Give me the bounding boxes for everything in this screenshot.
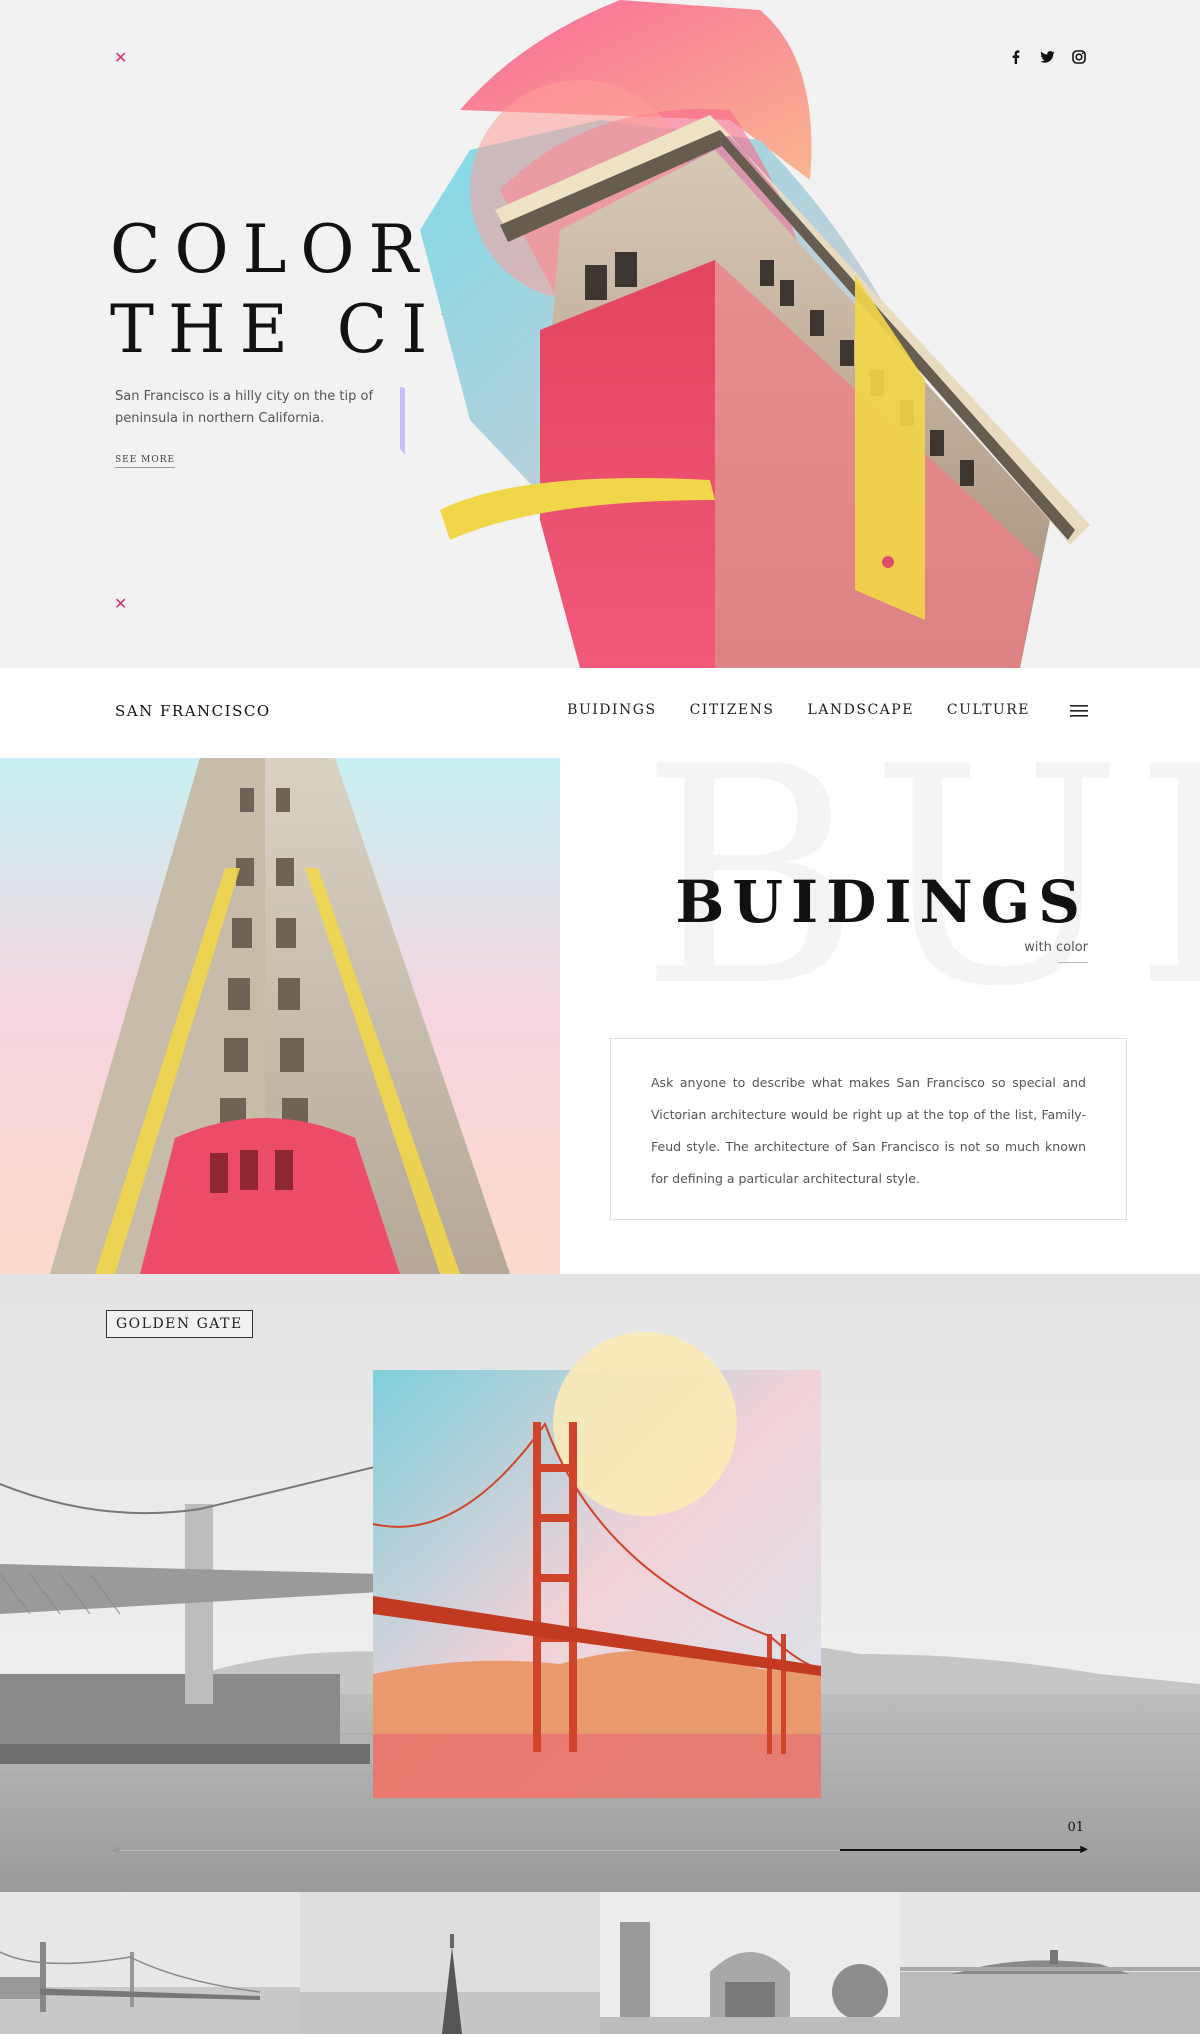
close-icon[interactable]: ✕ [114, 50, 127, 66]
nav-item-landscape[interactable]: LANDSCAPE [807, 702, 913, 718]
arrow-right-icon[interactable]: ▶ [1080, 1844, 1088, 1855]
hamburger-menu-icon[interactable] [1070, 704, 1088, 718]
subtitle-underline [1058, 962, 1088, 963]
golden-gate-photo [0, 1274, 1200, 1892]
hero-section: ✕ ✕ COLOR THE CITY San Francisco is a hi… [0, 0, 1200, 668]
nav-items: BUIDINGS CITIZENS LANDSCAPE CULTURE [567, 702, 1030, 718]
main-navigation: SAN FRANCISCO BUIDINGS CITIZENS LANDSCAP… [0, 668, 1200, 758]
slide-counter: 01 [1067, 1820, 1084, 1835]
hero-building-artwork [400, 0, 1090, 668]
nav-item-buidings[interactable]: BUIDINGS [567, 702, 656, 718]
flatiron-building-photo [0, 758, 560, 1274]
golden-gate-section: GOLDEN GATE 01 ◀ ▶ [0, 1274, 1200, 1892]
brand-logo[interactable]: SAN FRANCISCO [115, 702, 271, 720]
arrow-left-icon[interactable]: ◀ [112, 1845, 120, 1856]
thumbnail-strip [0, 1892, 1200, 2034]
buildings-subtitle: with color [1024, 940, 1088, 955]
nav-item-culture[interactable]: CULTURE [947, 702, 1030, 718]
thumbnail-palace-of-fine-arts[interactable] [600, 1892, 900, 2034]
buildings-description-card: Ask anyone to describe what makes San Fr… [610, 1038, 1127, 1220]
hero-description: San Francisco is a hilly city on the tip… [115, 389, 374, 426]
buildings-section: BUI BUIDINGS with color Ask anyone to de… [0, 758, 1200, 1274]
buildings-description: Ask anyone to describe what makes San Fr… [651, 1075, 1086, 1186]
thumbnail-alcatraz-island[interactable] [900, 1892, 1200, 2034]
nav-item-citizens[interactable]: CITIZENS [690, 702, 775, 718]
thumbnail-golden-gate-bridge[interactable] [0, 1892, 300, 2034]
slider-progress [840, 1849, 1084, 1851]
golden-gate-tag[interactable]: GOLDEN GATE [106, 1310, 253, 1338]
buildings-title: BUIDINGS [675, 868, 1088, 936]
see-more-link[interactable]: SEE MORE [115, 455, 176, 468]
close-icon[interactable]: ✕ [114, 596, 127, 612]
hero-title-line1: COLOR [110, 211, 433, 288]
thumbnail-transamerica-pyramid[interactable] [300, 1892, 600, 2034]
